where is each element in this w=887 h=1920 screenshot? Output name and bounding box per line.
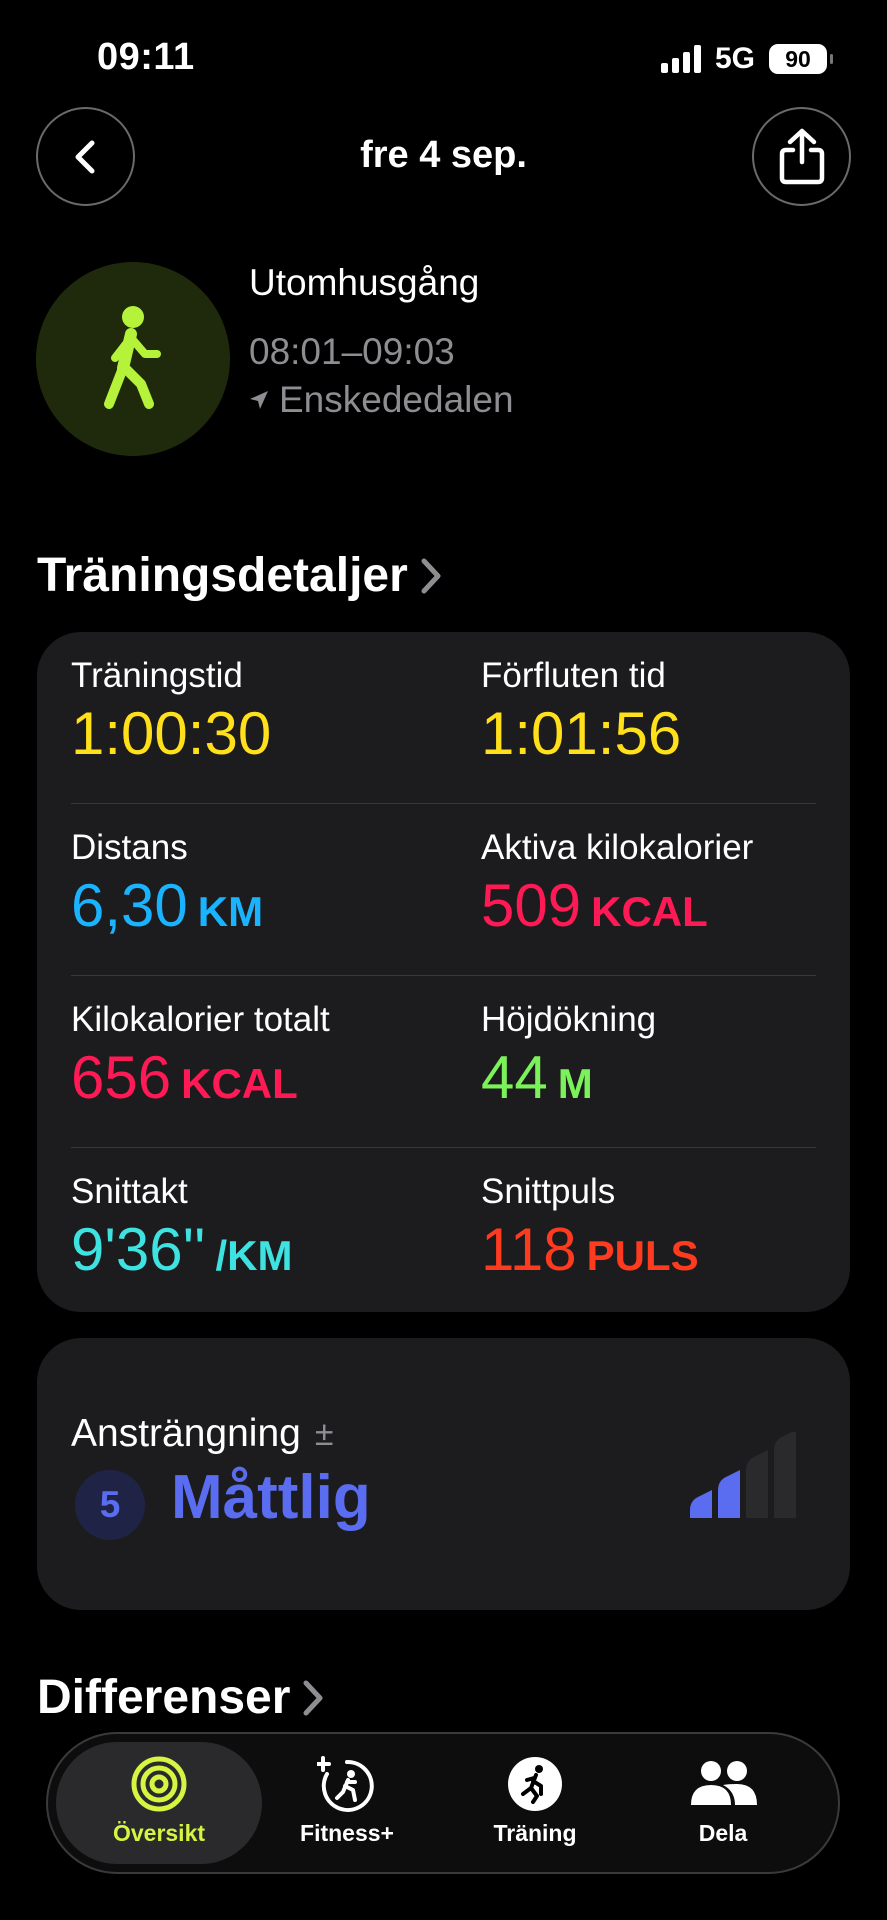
network-type: 5G bbox=[714, 42, 755, 75]
effort-bar bbox=[774, 1432, 796, 1518]
metric-unit: /KM bbox=[215, 1231, 293, 1279]
metric-avg-pace: Snittakt 9'36''/KM bbox=[71, 1172, 293, 1283]
metric-number: 9'36'' bbox=[71, 1215, 206, 1283]
metric-number: 656 bbox=[71, 1043, 172, 1111]
effort-label: Ansträngning ± bbox=[71, 1412, 334, 1456]
details-row: Snittakt 9'36''/KM Snittpuls 118 PULS bbox=[71, 1148, 816, 1319]
metric-number: 6,30 bbox=[71, 871, 188, 939]
metric-distance: Distans 6,30 KM bbox=[71, 828, 264, 939]
share-icon bbox=[779, 128, 824, 184]
effort-rating: Måttlig bbox=[171, 1463, 371, 1532]
metric-workout-time: Träningstid 1:00:30 bbox=[71, 656, 272, 767]
metric-label: Aktiva kilokalorier bbox=[481, 828, 754, 867]
metric-unit: M bbox=[557, 1059, 593, 1107]
metric-avg-heart-rate: Snittpuls 118 PULS bbox=[481, 1172, 699, 1283]
plus-minus-icon[interactable]: ± bbox=[315, 1415, 334, 1454]
effort-bar bbox=[718, 1470, 740, 1518]
effort-bar bbox=[690, 1490, 712, 1518]
activity-rings-icon bbox=[130, 1756, 188, 1812]
battery-icon: 90 bbox=[769, 44, 833, 74]
workout-time-range: 08:01–09:03 bbox=[249, 331, 455, 372]
chevron-right-icon bbox=[420, 557, 442, 595]
metric-active-kcal: Aktiva kilokalorier 509 KCAL bbox=[481, 828, 754, 939]
metric-label: Kilokalorier totalt bbox=[71, 1000, 330, 1039]
location-arrow-icon bbox=[250, 391, 268, 409]
effort-title: Ansträngning bbox=[71, 1412, 301, 1455]
location-name: Enskededalen bbox=[279, 379, 514, 420]
walking-figure-icon bbox=[104, 306, 161, 409]
differences-section-header[interactable]: Differenser bbox=[37, 1670, 324, 1725]
metric-unit: KM bbox=[197, 887, 264, 935]
metric-label: Snittpuls bbox=[481, 1172, 616, 1211]
metric-label: Snittakt bbox=[71, 1172, 188, 1211]
people-icon bbox=[687, 1756, 759, 1812]
workout-type: Utomhusgång bbox=[249, 262, 480, 303]
workout-location: Enskededalen bbox=[249, 379, 514, 421]
metric-number: 509 bbox=[481, 871, 582, 939]
metric-value: 9'36''/KM bbox=[71, 1215, 293, 1283]
tab-label: Fitness+ bbox=[300, 1820, 394, 1846]
tab-fitness-plus[interactable]: Fitness+ bbox=[244, 1742, 450, 1864]
details-row: Distans 6,30 KM Aktiva kilokalorier 509 KC… bbox=[71, 804, 816, 976]
workout-details-card[interactable]: Träningstid 1:00:30 Förfluten tid 1:01:5… bbox=[37, 632, 850, 1312]
metric-value: 509 KCAL bbox=[481, 871, 753, 939]
metric-label: Träningstid bbox=[71, 656, 243, 695]
metric-elevation-gain: Höjdökning 44 M bbox=[481, 1000, 657, 1111]
chevron-right-icon bbox=[302, 1679, 324, 1717]
metric-number: 1:00:30 bbox=[71, 699, 272, 767]
metric-label: Förfluten tid bbox=[481, 656, 666, 695]
effort-bars-icon bbox=[690, 1432, 796, 1518]
details-row: Kilokalorier totalt 656 KCAL Höjdökning 4… bbox=[71, 976, 816, 1148]
tab-workout[interactable]: Träning bbox=[432, 1742, 638, 1864]
metric-unit: KCAL bbox=[591, 887, 708, 935]
metric-total-kcal: Kilokalorier totalt 656 KCAL bbox=[71, 1000, 330, 1111]
tab-label: Dela bbox=[698, 1820, 748, 1846]
metric-value: 118 PULS bbox=[481, 1215, 699, 1283]
metric-number: 118 bbox=[481, 1215, 577, 1283]
metric-number: 44 bbox=[481, 1043, 548, 1111]
metric-number: 1:01:56 bbox=[481, 699, 682, 767]
metric-value: 6,30 KM bbox=[71, 871, 264, 939]
metric-value: 1:01:56 bbox=[481, 699, 682, 767]
metric-value: 1:00:30 bbox=[71, 699, 272, 767]
effort-level-badge: 5 bbox=[75, 1470, 145, 1540]
workout-detail-screen: 09:11 5G 90 fre 4 sep. Utomhusgång 08:01… bbox=[0, 0, 887, 1920]
effort-card[interactable]: Ansträngning ± 5 Måttlig bbox=[37, 1338, 850, 1610]
metric-label: Höjdökning bbox=[481, 1000, 657, 1039]
tab-label: Träning bbox=[493, 1820, 577, 1846]
details-title: Träningsdetaljer bbox=[37, 549, 408, 602]
share-button[interactable] bbox=[752, 107, 851, 206]
tab-overview[interactable]: Översikt bbox=[56, 1742, 262, 1864]
metric-elapsed-time: Förfluten tid 1:01:56 bbox=[481, 656, 682, 767]
tab-share[interactable]: Dela bbox=[620, 1742, 826, 1864]
running-figure-icon bbox=[507, 1756, 563, 1812]
metric-value: 44 M bbox=[481, 1043, 656, 1111]
metric-unit: PULS bbox=[586, 1231, 699, 1279]
cellular-signal-icon bbox=[660, 45, 701, 73]
metric-label: Distans bbox=[71, 828, 188, 867]
status-time: 09:11 bbox=[97, 36, 195, 78]
metric-unit: KCAL bbox=[181, 1059, 298, 1107]
metric-value: 656 KCAL bbox=[71, 1043, 330, 1111]
details-row: Träningstid 1:00:30 Förfluten tid 1:01:5… bbox=[71, 632, 816, 804]
fitness-plus-icon bbox=[317, 1756, 377, 1812]
effort-bar bbox=[746, 1450, 768, 1518]
details-section-header[interactable]: Träningsdetaljer bbox=[37, 548, 442, 603]
tab-bar: Översikt Fitness+ Träning Dela bbox=[46, 1732, 840, 1874]
outdoor-walk-icon bbox=[36, 262, 230, 456]
tab-label: Översikt bbox=[112, 1820, 206, 1846]
status-indicators: 5G 90 bbox=[660, 42, 833, 76]
differences-title: Differenser bbox=[37, 1671, 291, 1724]
